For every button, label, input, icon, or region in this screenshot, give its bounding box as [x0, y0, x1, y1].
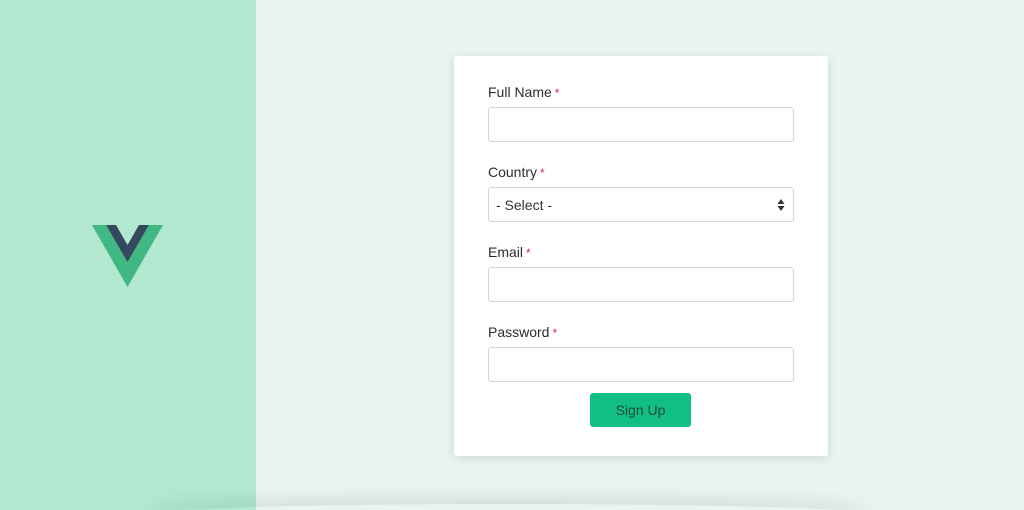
required-mark: *: [554, 86, 560, 100]
password-field: Password *: [488, 323, 794, 382]
page: Full Name * Country * - Select - Email * Pa…: [0, 0, 1024, 510]
country-select[interactable]: - Select -: [488, 187, 794, 222]
full-name-label: Full Name *: [488, 84, 560, 100]
password-label: Password *: [488, 324, 558, 340]
bottom-shadow: [150, 504, 870, 510]
full-name-field: Full Name *: [488, 83, 794, 142]
sidebar: [0, 0, 256, 510]
select-arrows-icon: [777, 198, 785, 212]
country-label: Country *: [488, 164, 545, 180]
email-label: Email *: [488, 244, 531, 260]
full-name-input[interactable]: [488, 107, 794, 142]
email-input[interactable]: [488, 267, 794, 302]
password-input[interactable]: [488, 347, 794, 382]
email-field: Email *: [488, 243, 794, 302]
country-select-value: - Select -: [496, 196, 553, 213]
country-field: Country * - Select -: [488, 163, 794, 222]
required-mark: *: [540, 166, 545, 180]
required-mark: *: [552, 326, 558, 340]
signup-form-card: Full Name * Country * - Select - Email * Pa…: [454, 56, 828, 456]
vue-logo-icon: [92, 225, 163, 287]
required-mark: *: [526, 246, 531, 260]
sign-up-button[interactable]: Sign Up: [590, 393, 691, 427]
